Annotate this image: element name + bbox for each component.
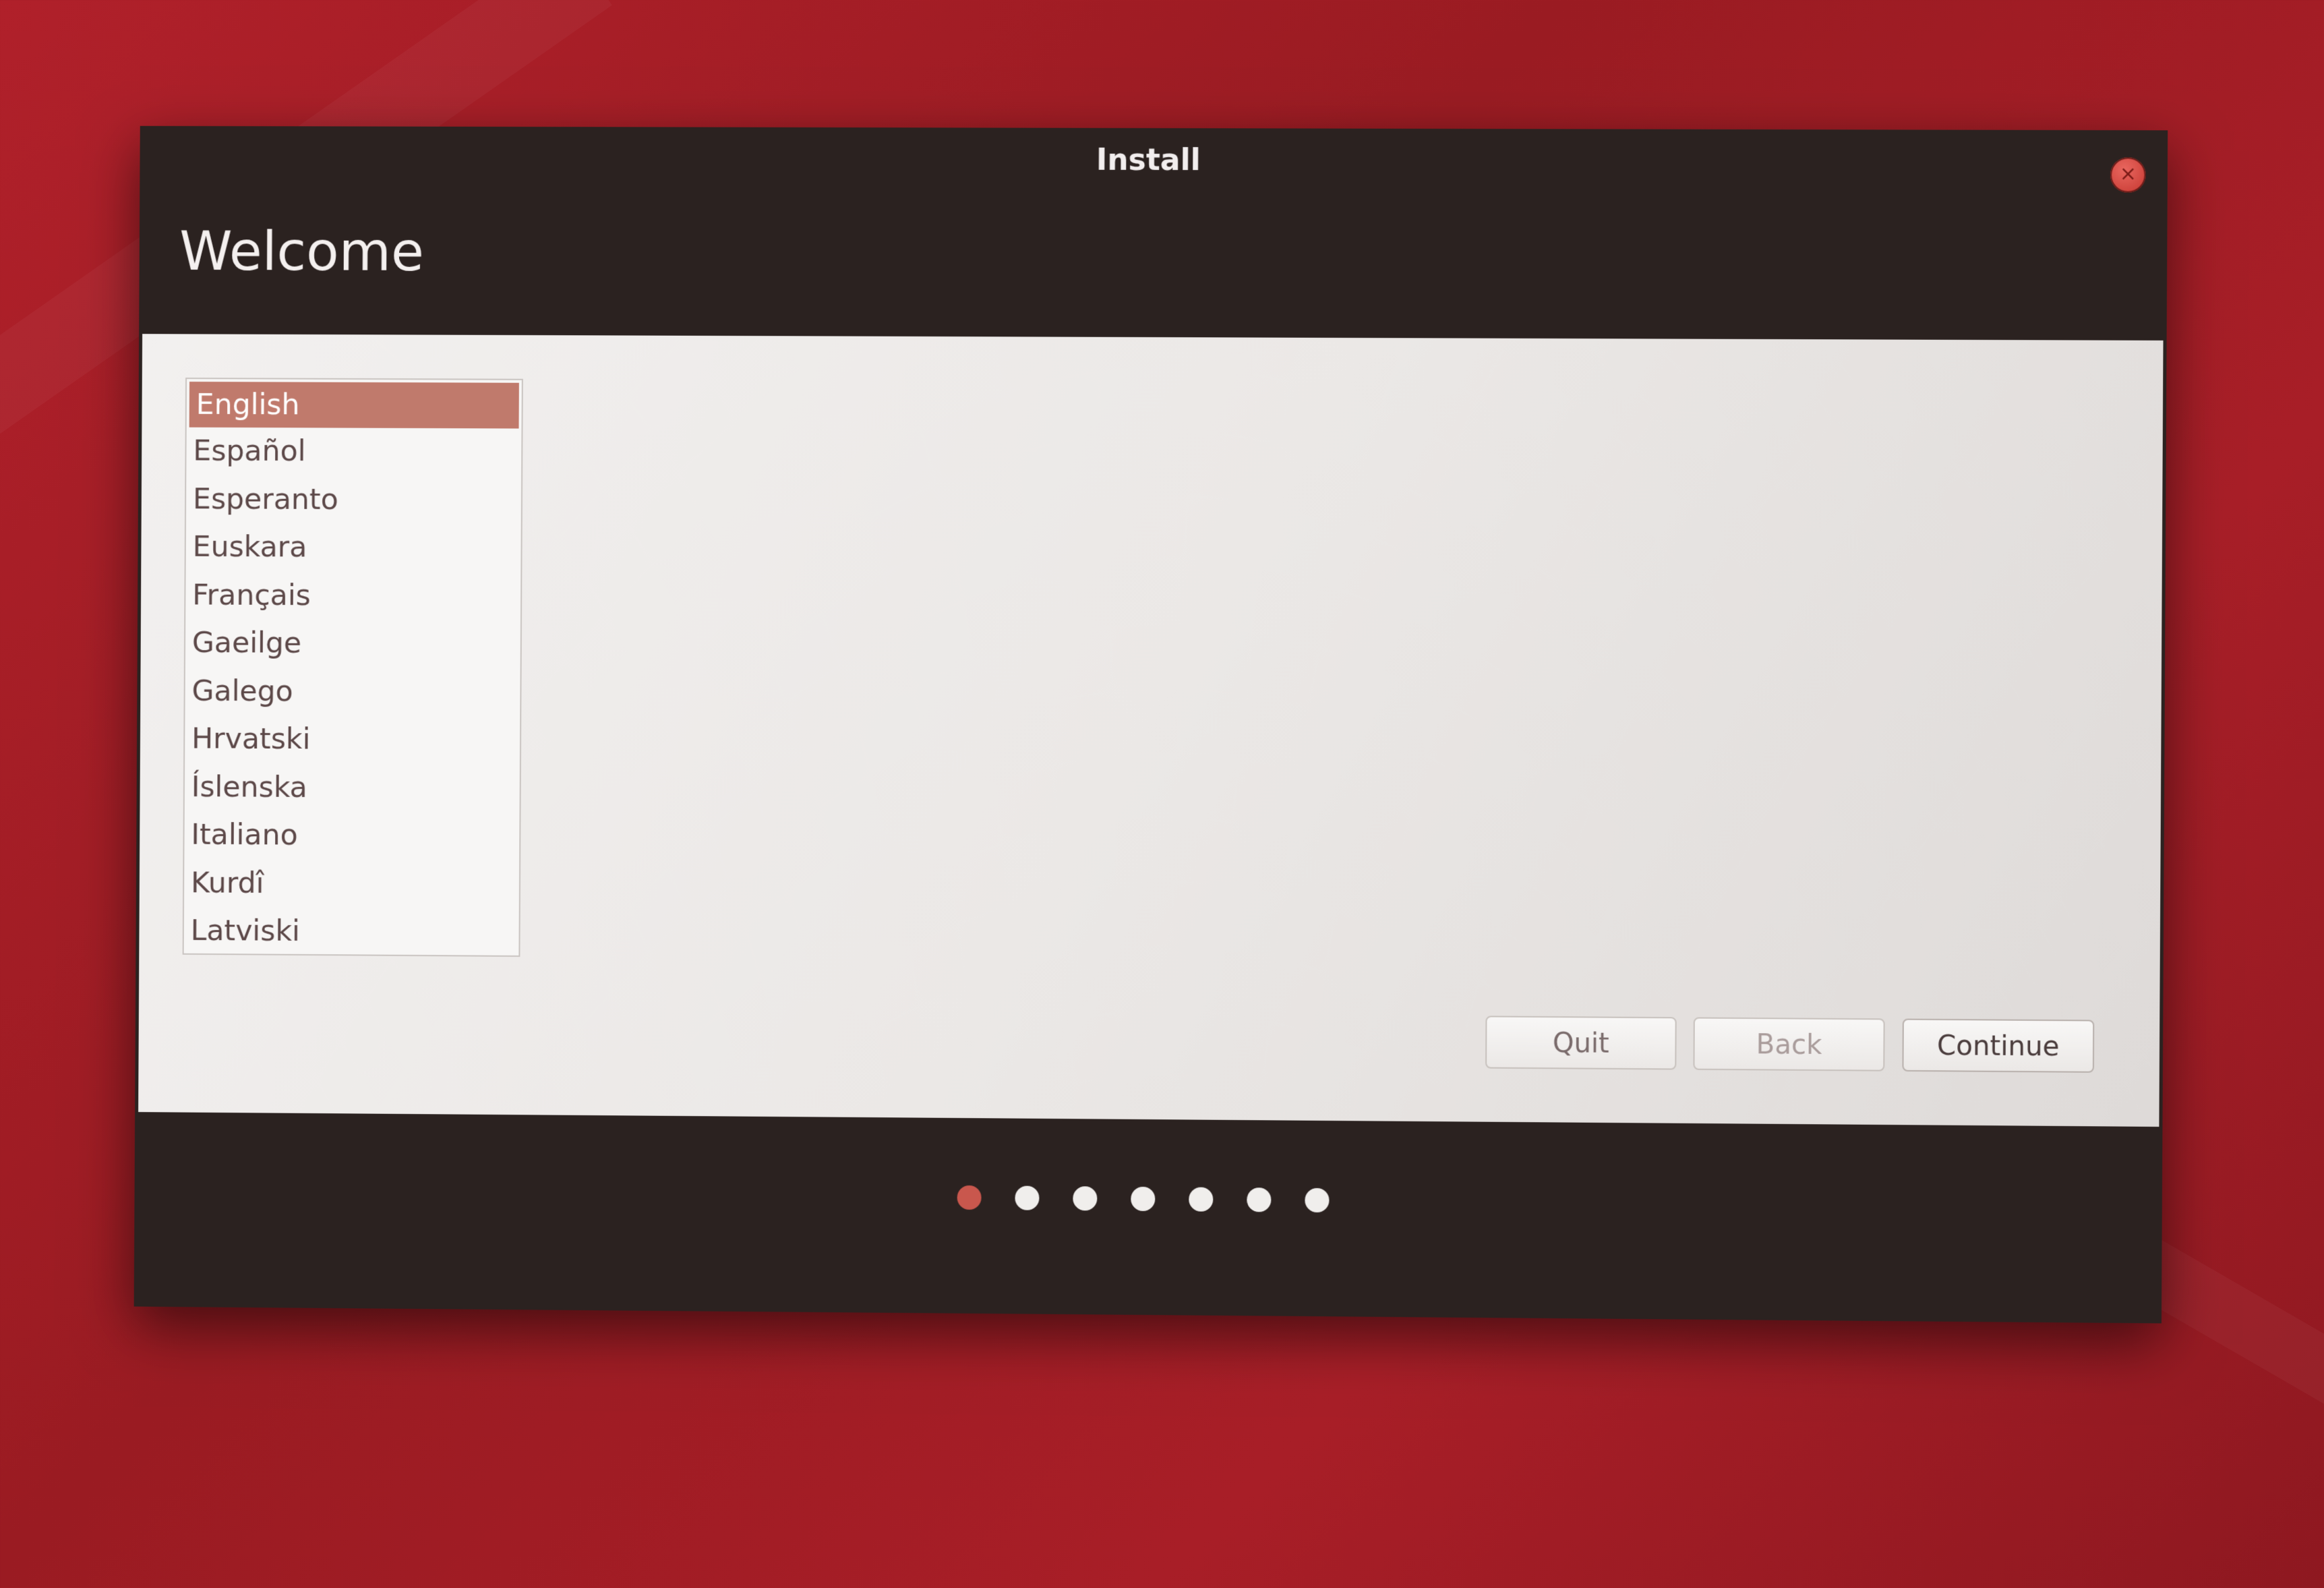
continue-button[interactable]: Continue bbox=[1902, 1019, 2094, 1073]
language-item-hrvatski[interactable]: Hrvatski bbox=[185, 715, 520, 765]
content-panel: English Español Esperanto Euskara França… bbox=[138, 334, 2163, 1127]
titlebar[interactable]: Install × bbox=[140, 126, 2168, 205]
step-progress bbox=[134, 1179, 2162, 1222]
language-item-latviski[interactable]: Latviski bbox=[184, 907, 519, 957]
step-dot-7 bbox=[1305, 1188, 1329, 1212]
back-button[interactable]: Back bbox=[1693, 1017, 1884, 1071]
language-item-francais[interactable]: Français bbox=[185, 571, 520, 620]
close-icon[interactable]: × bbox=[2110, 157, 2146, 192]
step-dot-2 bbox=[1015, 1186, 1039, 1210]
page-title: Welcome bbox=[179, 220, 424, 283]
language-item-english[interactable]: English bbox=[189, 382, 519, 428]
language-list[interactable]: English Español Esperanto Euskara França… bbox=[183, 378, 523, 957]
language-item-kurdi[interactable]: Kurdî bbox=[184, 859, 519, 909]
installer-window: Install × Welcome English Español Espera… bbox=[134, 126, 2168, 1324]
step-dot-3 bbox=[1073, 1186, 1097, 1210]
step-dot-6 bbox=[1247, 1187, 1271, 1212]
language-item-islenska[interactable]: Íslenska bbox=[185, 763, 520, 813]
window-title: Install bbox=[140, 141, 2168, 180]
language-item-gaeilge[interactable]: Gaeilge bbox=[185, 619, 520, 669]
language-item-euskara[interactable]: Euskara bbox=[186, 523, 521, 572]
language-item-esperanto[interactable]: Esperanto bbox=[186, 475, 521, 525]
quit-button[interactable]: Quit bbox=[1485, 1016, 1677, 1069]
step-dot-4 bbox=[1131, 1187, 1155, 1211]
language-item-galego[interactable]: Galego bbox=[185, 667, 520, 717]
step-dot-1 bbox=[957, 1185, 982, 1210]
language-item-espanol[interactable]: Español bbox=[186, 428, 521, 477]
language-item-italiano[interactable]: Italiano bbox=[184, 811, 519, 861]
step-dot-5 bbox=[1189, 1187, 1213, 1212]
